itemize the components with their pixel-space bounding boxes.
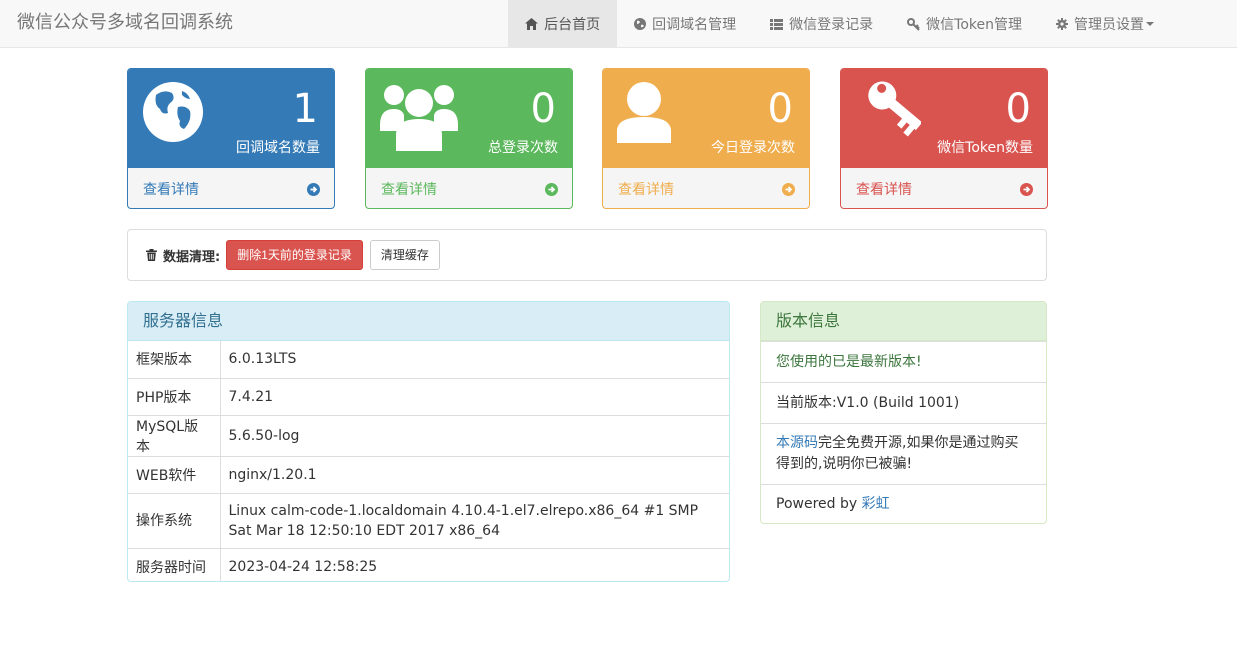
arrow-circle-right-icon (782, 182, 795, 196)
panel-title: 服务器信息 (128, 302, 729, 341)
info-key: PHP版本 (128, 377, 221, 415)
nav-item-admin-settings[interactable]: 管理员设置 (1039, 0, 1171, 48)
nav-item-domains[interactable]: 回调域名管理 (617, 0, 753, 48)
stat-value: 0 (767, 86, 793, 132)
key-icon (868, 81, 921, 137)
author-link[interactable]: 彩虹 (862, 494, 890, 515)
nav-label: 微信登录记录 (789, 17, 874, 33)
info-key: MySQL版本 (128, 414, 221, 456)
cleanup-title: 数据清理: (163, 249, 221, 265)
info-value: Linux calm-code-1.localdomain 4.10.4-1.e… (220, 492, 729, 548)
stat-card-today-logins: 0 今日登录次数 查看详情 (602, 68, 810, 209)
info-key: 操作系统 (128, 492, 221, 548)
stat-value: 0 (530, 86, 556, 132)
info-value: 5.6.50-log (220, 414, 729, 456)
table-row: PHP版本 7.4.21 (128, 377, 729, 415)
stat-value: 1 (292, 86, 318, 132)
stat-card-total-logins: 0 总登录次数 查看详情 (365, 68, 573, 209)
arrow-circle-right-icon (545, 182, 558, 196)
user-icon (617, 82, 671, 143)
version-info-panel: 版本信息 您使用的已是最新版本! 当前版本:V1.0 (Build 1001) … (760, 301, 1047, 524)
card-header: 0 总登录次数 (366, 69, 572, 168)
table-row: MySQL版本 5.6.50-log (128, 414, 729, 456)
stat-label: 总登录次数 (488, 140, 558, 156)
stat-card-tokens: 0 微信Token数量 查看详情 (840, 68, 1048, 209)
card-header: 1 回调域名数量 (128, 69, 334, 168)
arrow-circle-right-icon (1020, 182, 1033, 196)
gear-icon (1056, 18, 1068, 30)
brand-title[interactable]: 微信公众号多域名回调系统 (17, 0, 233, 46)
table-row: WEB软件 nginx/1.20.1 (128, 455, 729, 493)
stat-value: 0 (1005, 86, 1031, 132)
main-nav: 后台首页 回调域名管理 微信登录记录 微信Token管理 管理员设置 (508, 0, 1171, 48)
view-details-link[interactable]: 查看详情 (841, 168, 1047, 208)
card-header: 0 今日登录次数 (603, 69, 809, 168)
view-details-label: 查看详情 (618, 182, 674, 198)
nav-label: 后台首页 (544, 17, 601, 33)
card-header: 0 微信Token数量 (841, 69, 1047, 168)
info-key: WEB软件 (128, 455, 221, 493)
view-details-link[interactable]: 查看详情 (603, 168, 809, 208)
stat-label: 微信Token数量 (937, 140, 1033, 156)
arrow-circle-right-icon (307, 182, 320, 196)
latest-version-notice: 您使用的已是最新版本! (761, 341, 1046, 382)
users-icon (380, 85, 458, 151)
view-details-label: 查看详情 (143, 182, 199, 198)
source-code-link[interactable]: 本源码 (776, 435, 818, 451)
view-details-link[interactable]: 查看详情 (128, 168, 334, 208)
info-key: 服务器时间 (128, 547, 221, 581)
current-version: 当前版本:V1.0 (Build 1001) (761, 382, 1046, 423)
key-icon (907, 17, 920, 31)
server-info-table: 框架版本 6.0.13LTS PHP版本 7.4.21 MySQL版本 5.6.… (128, 341, 729, 581)
trash-icon (146, 249, 157, 261)
nav-item-login-records[interactable]: 微信登录记录 (753, 0, 890, 48)
table-row: 操作系统 Linux calm-code-1.localdomain 4.10.… (128, 492, 729, 548)
server-info-panel: 服务器信息 框架版本 6.0.13LTS PHP版本 7.4.21 MySQL版… (127, 301, 730, 582)
view-details-link[interactable]: 查看详情 (366, 168, 572, 208)
nav-label: 微信Token管理 (926, 17, 1022, 33)
table-row: 服务器时间 2023-04-24 12:58:25 (128, 547, 729, 581)
stat-label: 回调域名数量 (236, 140, 320, 156)
panel-title: 版本信息 (761, 302, 1046, 341)
source-notice: 本源码完全免费开源,如果你是通过购买得到的,说明你已被骗! (761, 423, 1046, 484)
nav-label: 管理员设置 (1074, 17, 1144, 33)
nav-item-token[interactable]: 微信Token管理 (890, 0, 1039, 48)
clear-cache-button[interactable]: 清理缓存 (369, 240, 440, 270)
home-icon (525, 18, 539, 30)
powered-by-prefix: Powered by (776, 496, 862, 512)
globe-icon (634, 18, 647, 30)
delete-old-logs-button[interactable]: 删除1天前的登录记录 (226, 240, 363, 270)
view-details-label: 查看详情 (856, 182, 912, 198)
nav-label: 回调域名管理 (652, 17, 737, 33)
globe-icon (143, 82, 203, 142)
chevron-down-icon (1146, 22, 1154, 26)
table-row: 框架版本 6.0.13LTS (128, 341, 729, 378)
stat-card-domains: 1 回调域名数量 查看详情 (127, 68, 335, 209)
info-value: 2023-04-24 12:58:25 (220, 547, 729, 581)
top-navbar: 微信公众号多域名回调系统 后台首页 回调域名管理 微信登录记录 微信Token管… (0, 0, 1237, 48)
stat-label: 今日登录次数 (711, 140, 795, 156)
data-cleanup-bar: 数据清理: 删除1天前的登录记录 清理缓存 (127, 229, 1047, 281)
view-details-label: 查看详情 (381, 182, 437, 198)
info-value: nginx/1.20.1 (220, 455, 729, 493)
info-key: 框架版本 (128, 341, 221, 378)
powered-by: Powered by 彩虹 (761, 484, 1046, 523)
info-value: 7.4.21 (220, 377, 729, 415)
info-value: 6.0.13LTS (228, 351, 297, 368)
list-icon (770, 18, 784, 30)
nav-item-dashboard[interactable]: 后台首页 (508, 0, 618, 48)
